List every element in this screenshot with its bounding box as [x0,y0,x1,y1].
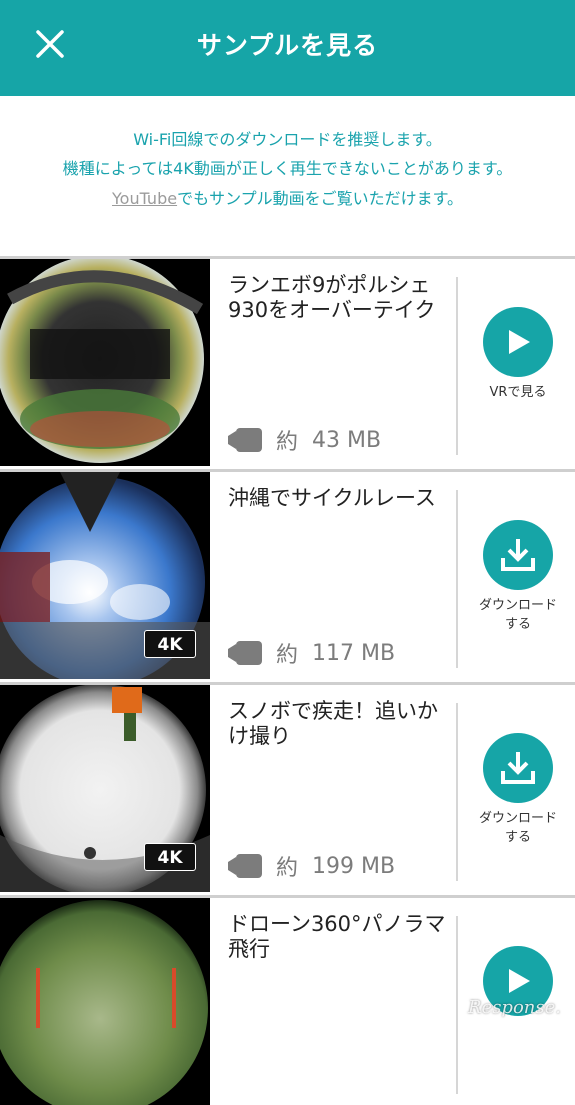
download-button[interactable]: ダウンロード する [462,520,574,634]
file-size: 約 43 MB [228,425,381,455]
video-item[interactable]: 4K 沖縄でサイクルレース 約 117 MB ダウンロード する [0,469,575,679]
video-thumbnail [0,898,210,1105]
4k-badge: 4K [144,630,196,658]
size-prefix: 約 [276,430,299,455]
notice-4k: 機種によっては4K動画が正しく再生できないことがあります。 [62,159,513,178]
divider [456,277,458,455]
video-title: スノボで疾走！追いかけ撮り [228,699,438,748]
size-value: 43 MB [312,427,382,453]
file-size: 約 117 MB [228,638,395,668]
video-camera-icon [228,428,262,452]
download-icon [501,752,535,784]
divider [456,703,458,881]
divider [456,916,458,1094]
video-camera-icon [228,854,262,878]
video-thumbnail: 4K [0,685,210,892]
4k-badge: 4K [144,843,196,871]
action-label: VRで見る [489,385,547,400]
divider [456,490,458,668]
action-label: ダウンロード する [478,811,557,845]
view-in-vr-button[interactable]: VRで見る [462,307,574,402]
notice-wifi: Wi-Fi回線でのダウンロードを推奨します。 [133,130,442,149]
video-item[interactable]: ランエボ9がポルシェ930をオーバーテイク 約 43 MB VRで見る [0,256,575,466]
video-camera-icon [228,641,262,665]
download-icon [501,539,535,571]
play-icon [509,330,530,354]
size-value: 199 MB [312,853,396,879]
video-thumbnail: 4K [0,472,210,679]
top-bar: サンプルを見る [0,0,575,96]
file-size: 約 199 MB [228,851,395,881]
play-icon [509,969,530,993]
watermark-logo: Response. [467,997,561,1018]
action-label: ダウンロード する [478,598,557,632]
notice-youtube: YouTubeでもサンプル動画をご覧いただけます。 [0,188,575,210]
notice-youtube-text: でもサンプル動画をご覧いただけます。 [177,189,463,208]
video-title: ランエボ9がポルシェ930をオーバーテイク [228,273,436,322]
size-prefix: 約 [276,643,299,668]
video-title: 沖縄でサイクルレース [228,486,436,510]
video-thumbnail [0,259,210,466]
size-value: 117 MB [312,640,396,666]
youtube-link[interactable]: YouTube [112,189,177,208]
size-prefix: 約 [276,856,299,881]
download-button[interactable]: ダウンロード する [462,733,574,847]
video-title: ドローン360°パノラマ飛行 [228,912,446,961]
download-notice: Wi-Fi回線でのダウンロードを推奨します。 機種によっては4K動画が正しく再生… [0,96,575,256]
video-item[interactable]: 4K スノボで疾走！追いかけ撮り 約 199 MB ダウンロード する [0,682,575,892]
page-title: サンプルを見る [196,31,379,60]
